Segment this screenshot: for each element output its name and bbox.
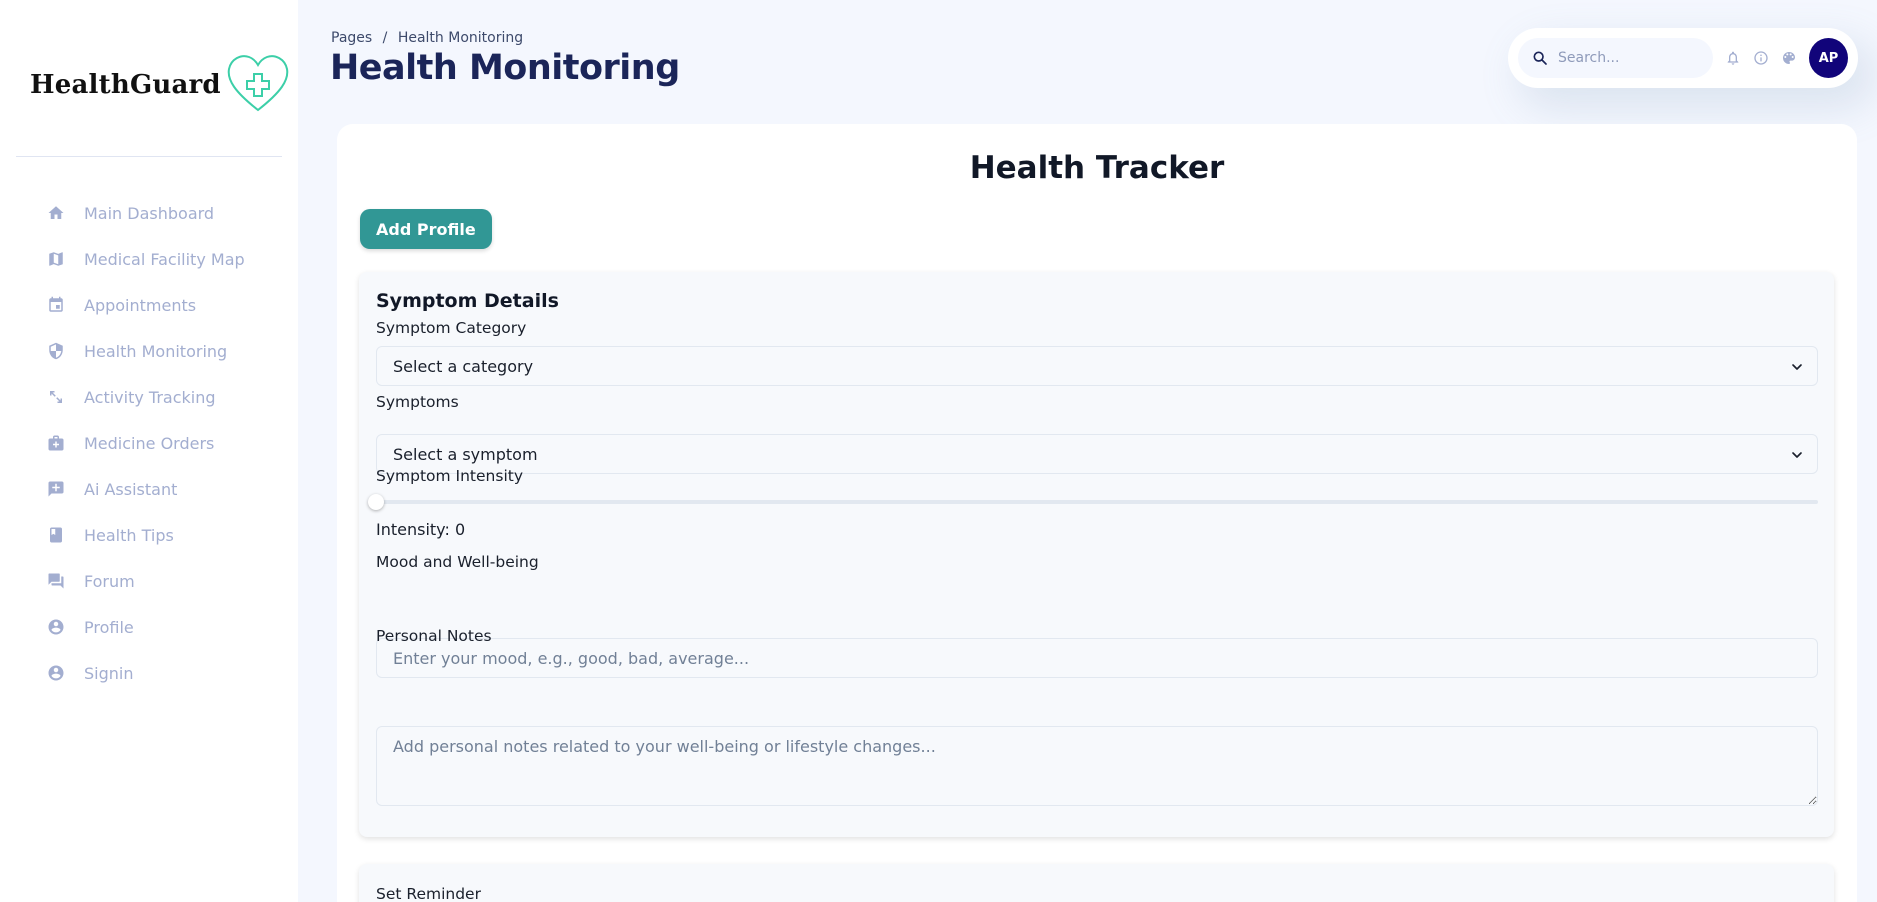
sidebar-item-forum[interactable]: Forum	[0, 558, 298, 604]
brand-name: HealthGuard	[30, 70, 221, 100]
top-toolbar: AP	[1508, 28, 1858, 88]
sidebar-item-label: Health Tips	[84, 525, 174, 545]
sidebar-item-label: Signin	[84, 663, 134, 683]
sidebar-item-label: Medicine Orders	[84, 433, 215, 453]
map-icon	[46, 249, 66, 269]
user-circle-icon	[46, 663, 66, 683]
sidebar-item-ai-assistant[interactable]: Ai Assistant	[0, 466, 298, 512]
search-box[interactable]	[1518, 38, 1714, 78]
intensity-slider[interactable]	[368, 494, 1818, 510]
card-title: Health Tracker	[969, 150, 1225, 186]
search-icon	[1532, 50, 1548, 66]
sidebar-item-signin[interactable]: Signin	[0, 650, 298, 696]
brand-logo[interactable]: HealthGuard	[30, 52, 291, 118]
book-icon	[46, 525, 66, 545]
symptom-category-select[interactable]: Select a category	[376, 346, 1818, 386]
calendar-icon	[46, 295, 66, 315]
medical-bag-icon	[46, 433, 66, 453]
symptoms-label: Symptoms	[376, 393, 459, 411]
symptom-intensity-label: Symptom Intensity	[376, 467, 524, 485]
sidebar-item-label: Health Monitoring	[84, 341, 228, 361]
personal-notes-textarea[interactable]	[376, 726, 1818, 806]
breadcrumb-separator: /	[382, 30, 388, 46]
intensity-value: Intensity: 0	[376, 520, 466, 539]
user-circle-icon	[46, 617, 66, 637]
symptom-category-label: Symptom Category	[376, 319, 527, 337]
symptoms-select[interactable]: Select a symptom	[376, 434, 1818, 474]
home-icon	[46, 203, 66, 223]
mood-input[interactable]	[376, 638, 1818, 678]
personal-notes-label: Personal Notes	[376, 627, 492, 645]
page-title: Health Monitoring	[330, 48, 680, 88]
sidebar-item-appointments[interactable]: Appointments	[0, 282, 298, 328]
search-input[interactable]	[1558, 50, 1708, 66]
forum-icon	[46, 571, 66, 591]
sidebar-item-profile[interactable]: Profile	[0, 604, 298, 650]
symptom-category-value: Select a category	[393, 356, 534, 376]
mood-label: Mood and Well-being	[376, 553, 539, 571]
symptoms-value: Select a symptom	[393, 444, 538, 464]
chevron-down-icon	[1792, 452, 1802, 458]
health-tracker-card: Health Tracker Add Profile Symptom Detai…	[337, 124, 1857, 902]
set-reminder-label: Set Reminder	[376, 885, 481, 902]
sidebar-item-activity-tracking[interactable]: Activity Tracking	[0, 374, 298, 420]
sidebar-item-label: Activity Tracking	[84, 387, 216, 407]
breadcrumb: Pages / Health Monitoring	[331, 30, 523, 46]
symptom-details-section: Symptom Details Symptom Category Select …	[359, 272, 1834, 837]
sidebar-nav: Main Dashboard Medical Facility Map Appo…	[0, 190, 298, 696]
bell-icon[interactable]	[1725, 50, 1741, 66]
sidebar-item-medical-facility-map[interactable]: Medical Facility Map	[0, 236, 298, 282]
add-profile-button[interactable]: Add Profile	[360, 209, 492, 249]
sidebar-item-label: Medical Facility Map	[84, 249, 245, 269]
intensity-slider-thumb[interactable]	[368, 494, 384, 510]
shield-icon	[46, 341, 66, 361]
avatar[interactable]: AP	[1809, 38, 1848, 78]
breadcrumb-pages-link[interactable]: Pages	[331, 30, 372, 46]
sidebar: HealthGuard Main Dashboard Medical Facil…	[0, 0, 298, 902]
section-title: Symptom Details	[376, 290, 559, 312]
palette-icon[interactable]	[1781, 50, 1797, 66]
expand-arrows-icon	[46, 387, 66, 407]
info-icon[interactable]	[1753, 50, 1769, 66]
reminder-section: Set Reminder	[359, 864, 1834, 902]
chevron-down-icon	[1792, 364, 1802, 370]
breadcrumb-current[interactable]: Health Monitoring	[398, 30, 523, 46]
sidebar-item-label: Ai Assistant	[84, 479, 178, 499]
sidebar-item-label: Main Dashboard	[84, 203, 215, 223]
chat-plus-icon	[46, 479, 66, 499]
heart-plus-icon	[225, 52, 291, 118]
sidebar-item-label: Appointments	[84, 295, 197, 315]
sidebar-divider	[16, 156, 282, 157]
sidebar-item-medicine-orders[interactable]: Medicine Orders	[0, 420, 298, 466]
sidebar-item-health-monitoring[interactable]: Health Monitoring	[0, 328, 298, 374]
sidebar-item-main-dashboard[interactable]: Main Dashboard	[0, 190, 298, 236]
sidebar-item-health-tips[interactable]: Health Tips	[0, 512, 298, 558]
sidebar-item-label: Profile	[84, 617, 134, 637]
sidebar-item-label: Forum	[84, 571, 135, 591]
